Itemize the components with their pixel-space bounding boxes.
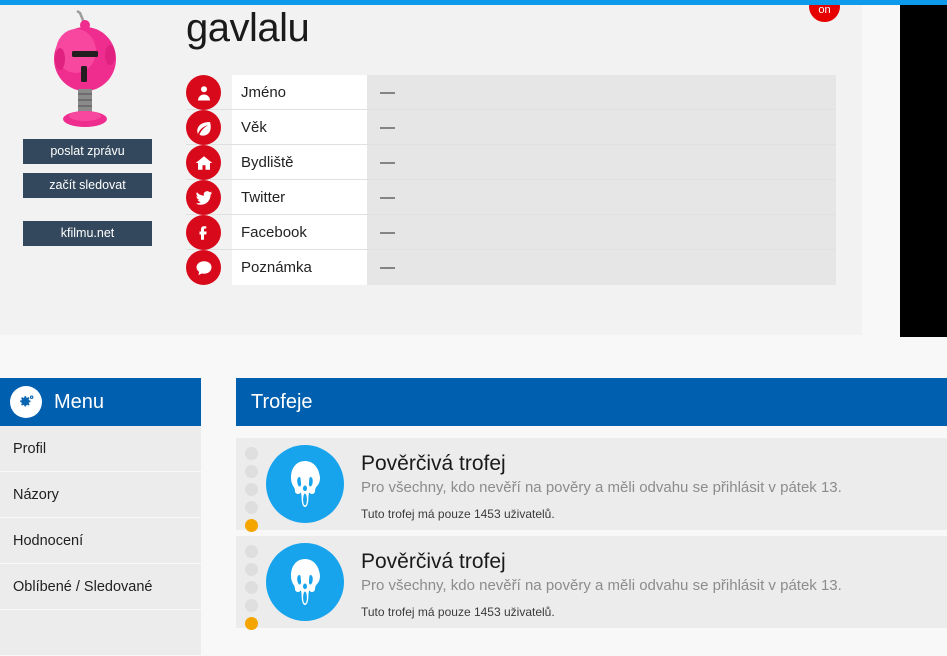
sidebar-item-oblibene-sledovane[interactable]: Oblíbené / Sledované	[0, 564, 201, 610]
trophy-text: Pověrčivá trofej Pro všechny, kdo nevěří…	[361, 536, 842, 623]
info-value: —	[367, 180, 836, 214]
advertisement-placeholder	[900, 3, 947, 337]
info-value: —	[367, 215, 836, 249]
progress-dot	[244, 581, 258, 594]
trophy-progress-dots	[236, 438, 266, 537]
sidebar-item-nazory[interactable]: Názory	[0, 472, 201, 518]
info-value: —	[367, 110, 836, 144]
info-value: —	[367, 75, 836, 109]
progress-dot	[244, 545, 258, 558]
top-accent-bar	[0, 0, 947, 5]
progress-dot-active	[244, 519, 258, 532]
trophy-text: Pověrčivá trofej Pro všechny, kdo nevěří…	[361, 438, 842, 525]
user-icon	[186, 75, 221, 110]
info-value: —	[367, 250, 836, 285]
table-row: Bydliště —	[186, 145, 836, 180]
trophy-count: Tuto trofej má pouze 1453 uživatelů.	[361, 507, 555, 521]
leaf-icon	[186, 110, 221, 145]
send-message-button[interactable]: poslat zprávu	[23, 139, 152, 164]
sidebar-item-partial[interactable]	[0, 610, 201, 656]
info-label: Věk	[232, 110, 367, 144]
list-item[interactable]: Pověrčivá trofej Pro všechny, kdo nevěří…	[236, 536, 947, 630]
sidebar-menu: Menu Profil Názory Hodnocení Oblíbené / …	[0, 378, 201, 656]
progress-dot	[244, 483, 258, 496]
trophy-name: Pověrčivá trofej	[361, 550, 506, 573]
ghost-mask-icon	[266, 543, 344, 621]
trophy-description: Pro všechny, kdo nevěří na pověry a měli…	[361, 479, 842, 496]
table-row: Twitter —	[186, 180, 836, 215]
trophy-description: Pro všechny, kdo nevěří na pověry a měli…	[361, 577, 842, 594]
twitter-icon	[186, 180, 221, 215]
progress-dot	[244, 465, 258, 478]
info-label: Poznámka	[232, 250, 367, 285]
progress-dot	[244, 599, 258, 612]
table-row: Jméno —	[186, 75, 836, 110]
comment-icon	[186, 250, 221, 285]
sidebar-item-profil[interactable]: Profil	[0, 426, 201, 472]
website-link-button[interactable]: kfilmu.net	[23, 221, 152, 246]
home-icon	[186, 145, 221, 180]
table-row: Facebook —	[186, 215, 836, 250]
table-row: Poznámka —	[186, 250, 836, 285]
menu-title: Menu	[54, 390, 105, 413]
trophies-title: Trofeje	[236, 378, 947, 426]
follow-button[interactable]: začít sledovat	[23, 173, 152, 198]
page-title: gavlalu	[186, 6, 310, 50]
progress-dot	[244, 563, 258, 576]
table-row: Věk —	[186, 110, 836, 145]
info-value: —	[367, 145, 836, 179]
trophies-panel: Trofeje Pověrčivá trofej Pro všechny, kd…	[236, 378, 947, 634]
menu-header: Menu	[0, 378, 201, 426]
sidebar-item-hodnoceni[interactable]: Hodnocení	[0, 518, 201, 564]
facebook-icon	[186, 215, 221, 250]
trophy-list: Pověrčivá trofej Pro všechny, kdo nevěří…	[236, 426, 947, 630]
profile-card: poslat zprávu začít sledovat kfilmu.net …	[0, 0, 862, 335]
info-label: Facebook	[232, 215, 367, 249]
gears-icon	[10, 386, 42, 418]
info-label: Twitter	[232, 180, 367, 214]
trophy-progress-dots	[236, 536, 266, 635]
list-item[interactable]: Pověrčivá trofej Pro všechny, kdo nevěří…	[236, 438, 947, 532]
progress-dot-active	[244, 617, 258, 630]
profile-info-table: Jméno — Věk — Bydliště — Twitter — Faceb…	[186, 75, 836, 285]
progress-dot	[244, 447, 258, 460]
avatar	[30, 9, 140, 127]
trophy-name: Pověrčivá trofej	[361, 452, 506, 475]
trophy-count: Tuto trofej má pouze 1453 uživatelů.	[361, 605, 555, 619]
progress-dot	[244, 501, 258, 514]
ghost-mask-icon	[266, 445, 344, 523]
info-label: Jméno	[232, 75, 367, 109]
info-label: Bydliště	[232, 145, 367, 179]
